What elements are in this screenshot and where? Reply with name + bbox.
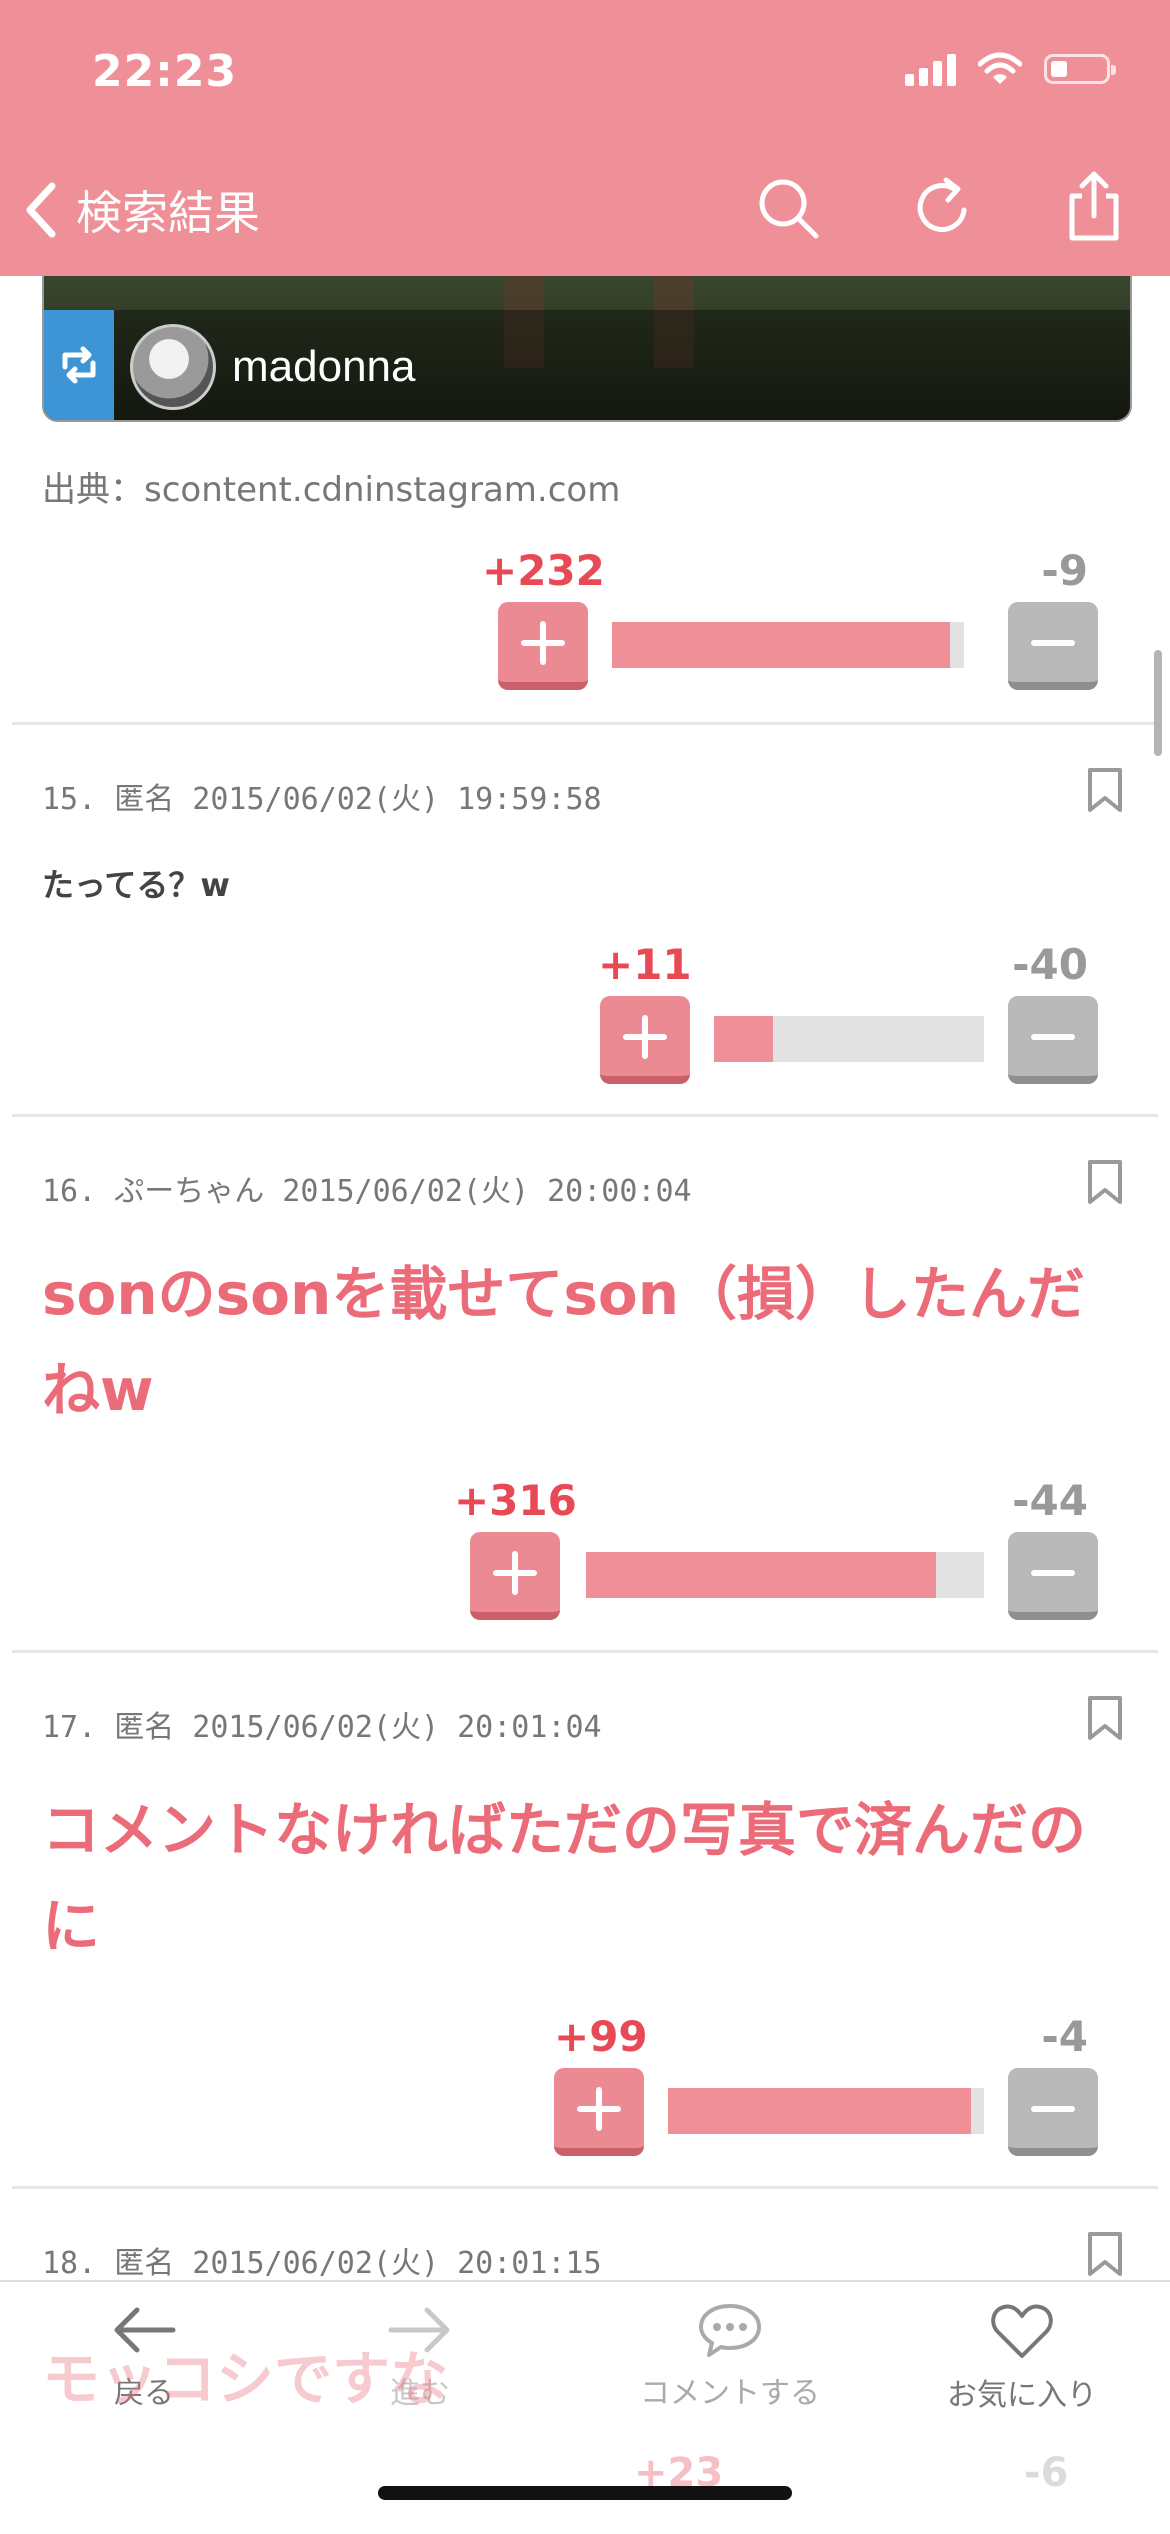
minus-vote-button[interactable] xyxy=(1008,602,1098,690)
comment-text: たってる？w xyxy=(42,866,230,904)
scrollbar-thumb[interactable] xyxy=(1154,650,1162,756)
minus-vote-button[interactable] xyxy=(1008,2068,1098,2156)
instagram-embed-image[interactable]: madonna xyxy=(42,256,1132,422)
vote-block: +232 -9 xyxy=(480,546,1100,706)
vote-ratio-fill xyxy=(714,1016,774,1062)
image-source-link[interactable]: 出典：scontent.cdninstagram.com xyxy=(42,462,620,511)
share-icon[interactable] xyxy=(1062,170,1126,242)
search-icon[interactable] xyxy=(756,176,820,240)
app-header: 22:23 検索結果 xyxy=(0,0,1170,276)
plus-count: +99 xyxy=(554,2012,648,2061)
tab-comment-label: コメントする xyxy=(640,2376,820,2411)
plus-vote-button[interactable] xyxy=(470,1532,560,1620)
bookmark-icon[interactable] xyxy=(1086,2230,1124,2278)
vote-ratio-bar xyxy=(612,622,964,668)
vote-block: +99 -4 xyxy=(552,2012,1100,2172)
minus-count: -44 xyxy=(1012,1476,1088,1525)
minus-vote-button[interactable] xyxy=(1008,1532,1098,1620)
minus-count: -40 xyxy=(1012,940,1088,989)
divider xyxy=(12,722,1158,725)
vote-ratio-bar xyxy=(586,1552,984,1598)
bookmark-icon[interactable] xyxy=(1086,1158,1124,1206)
heart-icon xyxy=(991,2304,1053,2358)
battery-icon xyxy=(1044,54,1116,84)
speech-bubble-icon xyxy=(699,2304,761,2357)
minus-count: -4 xyxy=(1041,2012,1088,2061)
divider xyxy=(12,2186,1158,2189)
vote-ratio-bar xyxy=(668,2088,984,2134)
comment-text-partial: モッコシですな xyxy=(42,2345,449,2413)
plus-vote-button[interactable] xyxy=(498,602,588,690)
vote-block: +11 -40 xyxy=(592,940,1100,1100)
bookmark-icon[interactable] xyxy=(1086,1694,1124,1742)
vote-ratio-fill xyxy=(668,2088,972,2134)
vote-ratio-fill xyxy=(612,622,950,668)
avatar xyxy=(130,324,216,410)
comment-list: madonna 出典：scontent.cdninstagram.com +23… xyxy=(0,256,1170,2281)
comment-text: sonのsonを載せてson（損）したんだねw xyxy=(42,1260,1085,1424)
plus-count: +11 xyxy=(598,940,692,989)
vote-ratio-bar xyxy=(714,1016,984,1062)
vote-ratio-fill xyxy=(586,1552,937,1598)
wifi-icon xyxy=(978,52,1022,84)
comment-meta: 18. 匿名 2015/06/02(火) 20:01:15 xyxy=(42,2246,602,2281)
refresh-icon[interactable] xyxy=(910,176,974,240)
minus-count: -9 xyxy=(1041,546,1088,595)
plus-count: +316 xyxy=(454,1476,577,1525)
comment-meta: 15. 匿名 2015/06/02(火) 19:59:58 xyxy=(42,782,602,817)
instagram-username: madonna xyxy=(232,342,416,391)
nav-bar: 検索結果 xyxy=(0,170,1170,250)
chevron-left-icon xyxy=(26,182,56,238)
comment-meta: 17. 匿名 2015/06/02(火) 20:01:04 xyxy=(42,1710,602,1745)
divider xyxy=(12,1650,1158,1653)
tab-favorite-label: お気に入り xyxy=(947,2378,1097,2413)
plus-vote-button[interactable] xyxy=(554,2068,644,2156)
comment-text: コメントなければただの写真で済んだのに xyxy=(42,1796,1087,1960)
plus-vote-button[interactable] xyxy=(600,996,690,1084)
vote-block: +316 -44 xyxy=(452,1476,1100,1636)
repost-icon xyxy=(44,310,114,420)
plus-count: +232 xyxy=(482,546,605,595)
home-indicator xyxy=(378,2486,792,2500)
cellular-signal-icon xyxy=(905,52,956,86)
divider xyxy=(12,1114,1158,1117)
status-icons xyxy=(905,52,1116,86)
back-to-results-button[interactable]: 検索結果 xyxy=(22,170,260,250)
back-label: 検索結果 xyxy=(76,186,260,240)
comment-meta: 16. ぷーちゃん 2015/06/02(火) 20:00:04 xyxy=(42,1174,692,1209)
tab-comment[interactable]: コメントする xyxy=(610,2302,850,2412)
bookmark-icon[interactable] xyxy=(1086,766,1124,814)
minus-vote-button[interactable] xyxy=(1008,996,1098,1084)
status-time: 22:23 xyxy=(92,46,238,97)
tab-favorite[interactable]: お気に入り xyxy=(902,2302,1142,2414)
minus-count-partial: -6 xyxy=(1024,2450,1069,2496)
